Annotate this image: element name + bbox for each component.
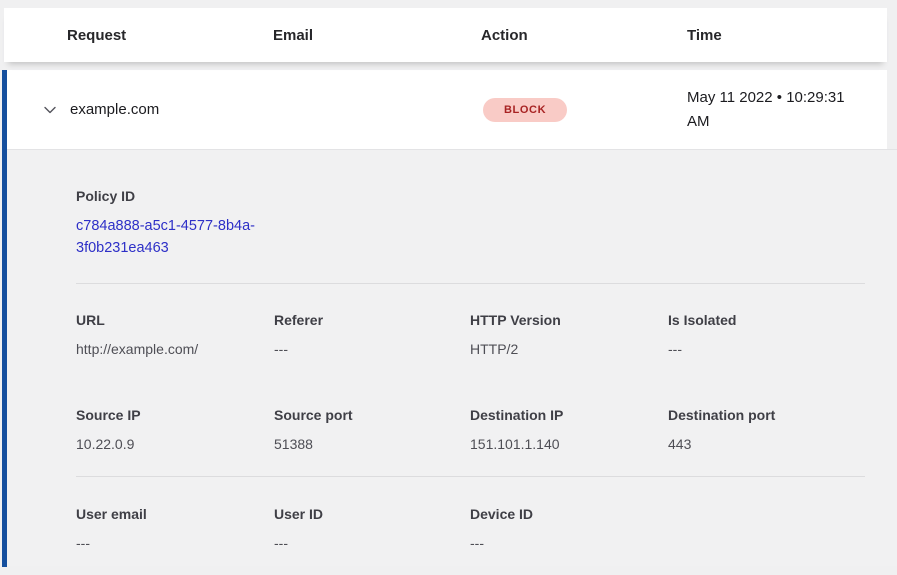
field-user-id: User ID --- <box>274 506 470 552</box>
field-user-email: User email --- <box>76 506 274 552</box>
details-row-network: Source IP 10.22.0.9 Source port 51388 De… <box>76 407 897 453</box>
field-label: Device ID <box>470 506 668 523</box>
divider <box>76 476 865 477</box>
field-http-version: HTTP Version HTTP/2 <box>470 312 668 358</box>
field-label: URL <box>76 312 274 329</box>
column-header-action: Action <box>481 27 687 44</box>
field-referer: Referer --- <box>274 312 470 358</box>
row-request-value: example.com <box>67 101 273 118</box>
policy-id-link[interactable]: c784a888-a5c1-4577-8b4a-3f0b231ea463 <box>76 215 276 259</box>
divider <box>76 283 865 284</box>
table-header: Request Email Action Time <box>4 8 887 62</box>
field-empty <box>668 506 897 552</box>
table-row[interactable]: example.com BLOCK May 11 2022 • 10:29:31… <box>7 70 887 149</box>
field-label: User ID <box>274 506 470 523</box>
field-destination-port: Destination port 443 <box>668 407 897 453</box>
field-value: --- <box>274 535 470 552</box>
field-label: Destination port <box>668 407 897 424</box>
field-device-id: Device ID --- <box>470 506 668 552</box>
field-value: 10.22.0.9 <box>76 436 274 453</box>
field-value: --- <box>470 535 668 552</box>
field-value: --- <box>274 341 470 358</box>
field-label: Source port <box>274 407 470 424</box>
field-url: URL http://example.com/ <box>76 312 274 358</box>
chevron-down-icon[interactable] <box>42 102 58 118</box>
field-label: Referer <box>274 312 470 329</box>
policy-id-label: Policy ID <box>76 188 897 205</box>
field-value: --- <box>668 341 897 358</box>
field-value: HTTP/2 <box>470 341 668 358</box>
field-label: User email <box>76 506 274 523</box>
field-destination-ip: Destination IP 151.101.1.140 <box>470 407 668 453</box>
field-value: http://example.com/ <box>76 341 274 358</box>
field-value: 51388 <box>274 436 470 453</box>
column-header-request: Request <box>67 27 273 44</box>
field-label: Is Isolated <box>668 312 897 329</box>
field-value: 151.101.1.140 <box>470 436 668 453</box>
field-source-port: Source port 51388 <box>274 407 470 453</box>
field-source-ip: Source IP 10.22.0.9 <box>76 407 274 453</box>
field-label: HTTP Version <box>470 312 668 329</box>
details-row-http: URL http://example.com/ Referer --- HTTP… <box>76 312 897 358</box>
field-label: Destination IP <box>470 407 668 424</box>
field-value: 443 <box>668 436 897 453</box>
details-row-user: User email --- User ID --- Device ID --- <box>76 506 897 552</box>
column-header-time: Time <box>687 27 887 44</box>
field-value: --- <box>76 535 274 552</box>
column-header-email: Email <box>273 27 481 44</box>
field-label: Source IP <box>76 407 274 424</box>
block-badge: BLOCK <box>483 98 567 122</box>
field-is-isolated: Is Isolated --- <box>668 312 897 358</box>
details-panel: Policy ID c784a888-a5c1-4577-8b4a-3f0b23… <box>7 149 897 566</box>
row-action-cell: BLOCK <box>481 98 687 122</box>
row-time-value: May 11 2022 • 10:29:31 AM <box>687 86 887 134</box>
log-record-expanded: example.com BLOCK May 11 2022 • 10:29:31… <box>2 70 897 567</box>
